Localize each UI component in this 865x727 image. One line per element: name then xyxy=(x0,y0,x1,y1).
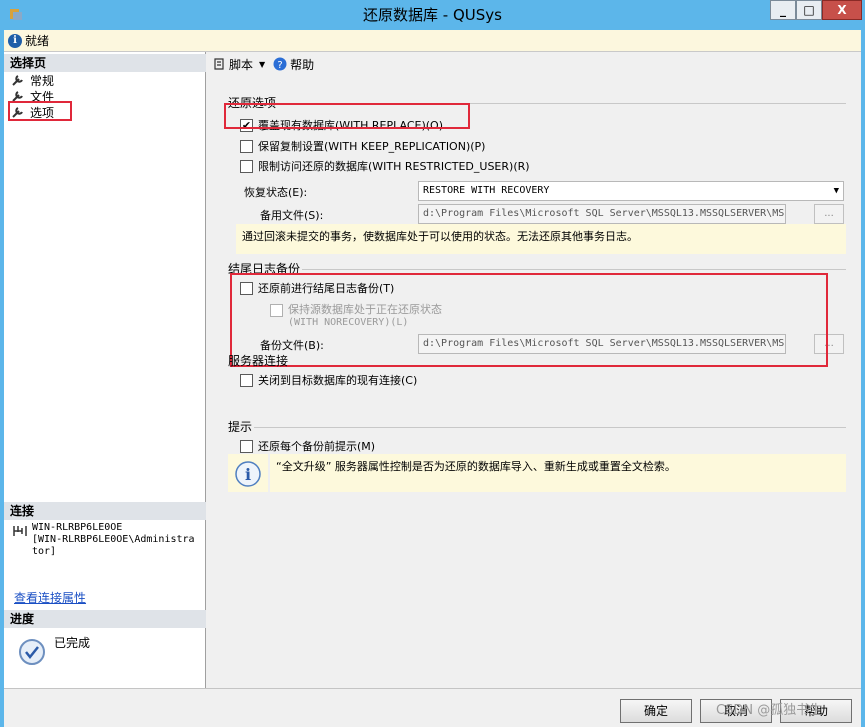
close-connections-label: 关闭到目标数据库的现有连接(C) xyxy=(258,374,418,387)
completed-check-icon xyxy=(19,639,45,665)
select-page-header: 选择页 xyxy=(4,54,206,72)
info-icon: i xyxy=(8,33,22,48)
svg-text:i: i xyxy=(245,465,251,484)
checkbox-box xyxy=(240,439,253,453)
standby-browse-button[interactable]: ... xyxy=(814,204,844,224)
minimize-button[interactable]: _ xyxy=(770,0,796,20)
script-icon xyxy=(214,58,224,70)
page-item-label: 常规 xyxy=(30,73,55,88)
prompt-title: 提示 xyxy=(228,420,253,434)
highlight-box-tail-log xyxy=(230,273,828,367)
keep-replication-label: 保留复制设置(WITH KEEP_REPLICATION)(P) xyxy=(258,140,486,153)
progress-header: 进度 xyxy=(4,610,206,628)
highlight-box-options xyxy=(8,101,72,121)
recovery-state-select[interactable]: RESTORE WITH RECOVERY ▼ xyxy=(418,181,844,201)
script-label: 脚本 xyxy=(229,57,254,72)
prompt-each-backup-checkbox[interactable]: 还原每个备份前提示(M) xyxy=(240,438,375,454)
dialog-button-bar: 确定 取消 帮助 CSDN @孤独书生 xyxy=(4,688,861,727)
help-button[interactable]: ? 帮助 xyxy=(273,56,314,73)
checkbox-box xyxy=(240,139,253,153)
help-label: 帮助 xyxy=(290,57,315,72)
svg-text:?: ? xyxy=(278,60,283,71)
left-pane: 选择页 常规 文件 选项 连接 WIN-RLRBP6LE0OE [WIN-RLR… xyxy=(4,52,206,688)
options-page: 脚本 ▼ ? 帮助 还原选项 ✔ 覆盖现有数据库(WITH REPLACE)(O… xyxy=(206,52,861,688)
progress-status: 已完成 xyxy=(54,636,91,650)
help-icon: ? xyxy=(273,57,287,71)
chevron-down-icon: ▼ xyxy=(259,59,266,69)
maximize-button[interactable]: □ xyxy=(796,0,822,20)
highlight-box-overwrite xyxy=(224,103,470,129)
close-connections-checkbox[interactable]: 关闭到目标数据库的现有连接(C) xyxy=(240,372,417,388)
connection-info: WIN-RLRBP6LE0OE [WIN-RLRBP6LE0OE\Adminis… xyxy=(32,522,195,557)
fulltext-notice: “全文升级” 服务器属性控制是否为还原的数据库导入、重新生成或重置全文检索。 xyxy=(270,454,846,492)
ok-button[interactable]: 确定 xyxy=(620,699,692,723)
page-item-general[interactable]: 常规 xyxy=(12,72,54,88)
info-icon: i xyxy=(235,461,261,487)
restricted-user-label: 限制访问还原的数据库(WITH RESTRICTED_USER)(R) xyxy=(258,160,530,173)
close-button[interactable]: X xyxy=(822,0,862,20)
wrench-icon xyxy=(12,75,23,86)
prompt-each-backup-label: 还原每个备份前提示(M) xyxy=(258,440,376,453)
server-connection-title: 服务器连接 xyxy=(228,354,289,368)
recovery-notice: 通过回滚未提交的事务，使数据库处于可以使用的状态。无法还原其他事务日志。 xyxy=(236,224,846,254)
standby-file-label: 备用文件(S): xyxy=(260,209,324,222)
recovery-state-label: 恢复状态(E): xyxy=(244,186,308,199)
info-panel-icon-area: i xyxy=(228,454,268,492)
window-title: 还原数据库 - QUSys xyxy=(363,6,502,24)
chevron-down-icon: ▼ xyxy=(833,186,839,196)
status-strip: i 就绪 xyxy=(4,30,861,52)
keep-replication-checkbox[interactable]: 保留复制设置(WITH KEEP_REPLICATION)(P) xyxy=(240,138,485,154)
toolbar: 脚本 ▼ ? 帮助 xyxy=(206,52,861,76)
group-divider xyxy=(302,269,846,270)
group-divider xyxy=(254,427,846,428)
restricted-user-checkbox[interactable]: 限制访问还原的数据库(WITH RESTRICTED_USER)(R) xyxy=(240,158,530,174)
watermark: CSDN @孤独书生 xyxy=(716,703,823,718)
status-text: 就绪 xyxy=(25,34,50,48)
recovery-state-value: RESTORE WITH RECOVERY xyxy=(423,185,550,196)
server-connection-icon xyxy=(13,526,27,536)
checkbox-box xyxy=(240,373,253,387)
connection-header: 连接 xyxy=(4,502,206,520)
view-connection-properties-link[interactable]: 查看连接属性 xyxy=(14,589,86,606)
checkbox-box xyxy=(240,159,253,173)
standby-file-field[interactable]: d:\Program Files\Microsoft SQL Server\MS… xyxy=(418,204,786,224)
script-button[interactable]: 脚本 ▼ xyxy=(212,56,265,73)
